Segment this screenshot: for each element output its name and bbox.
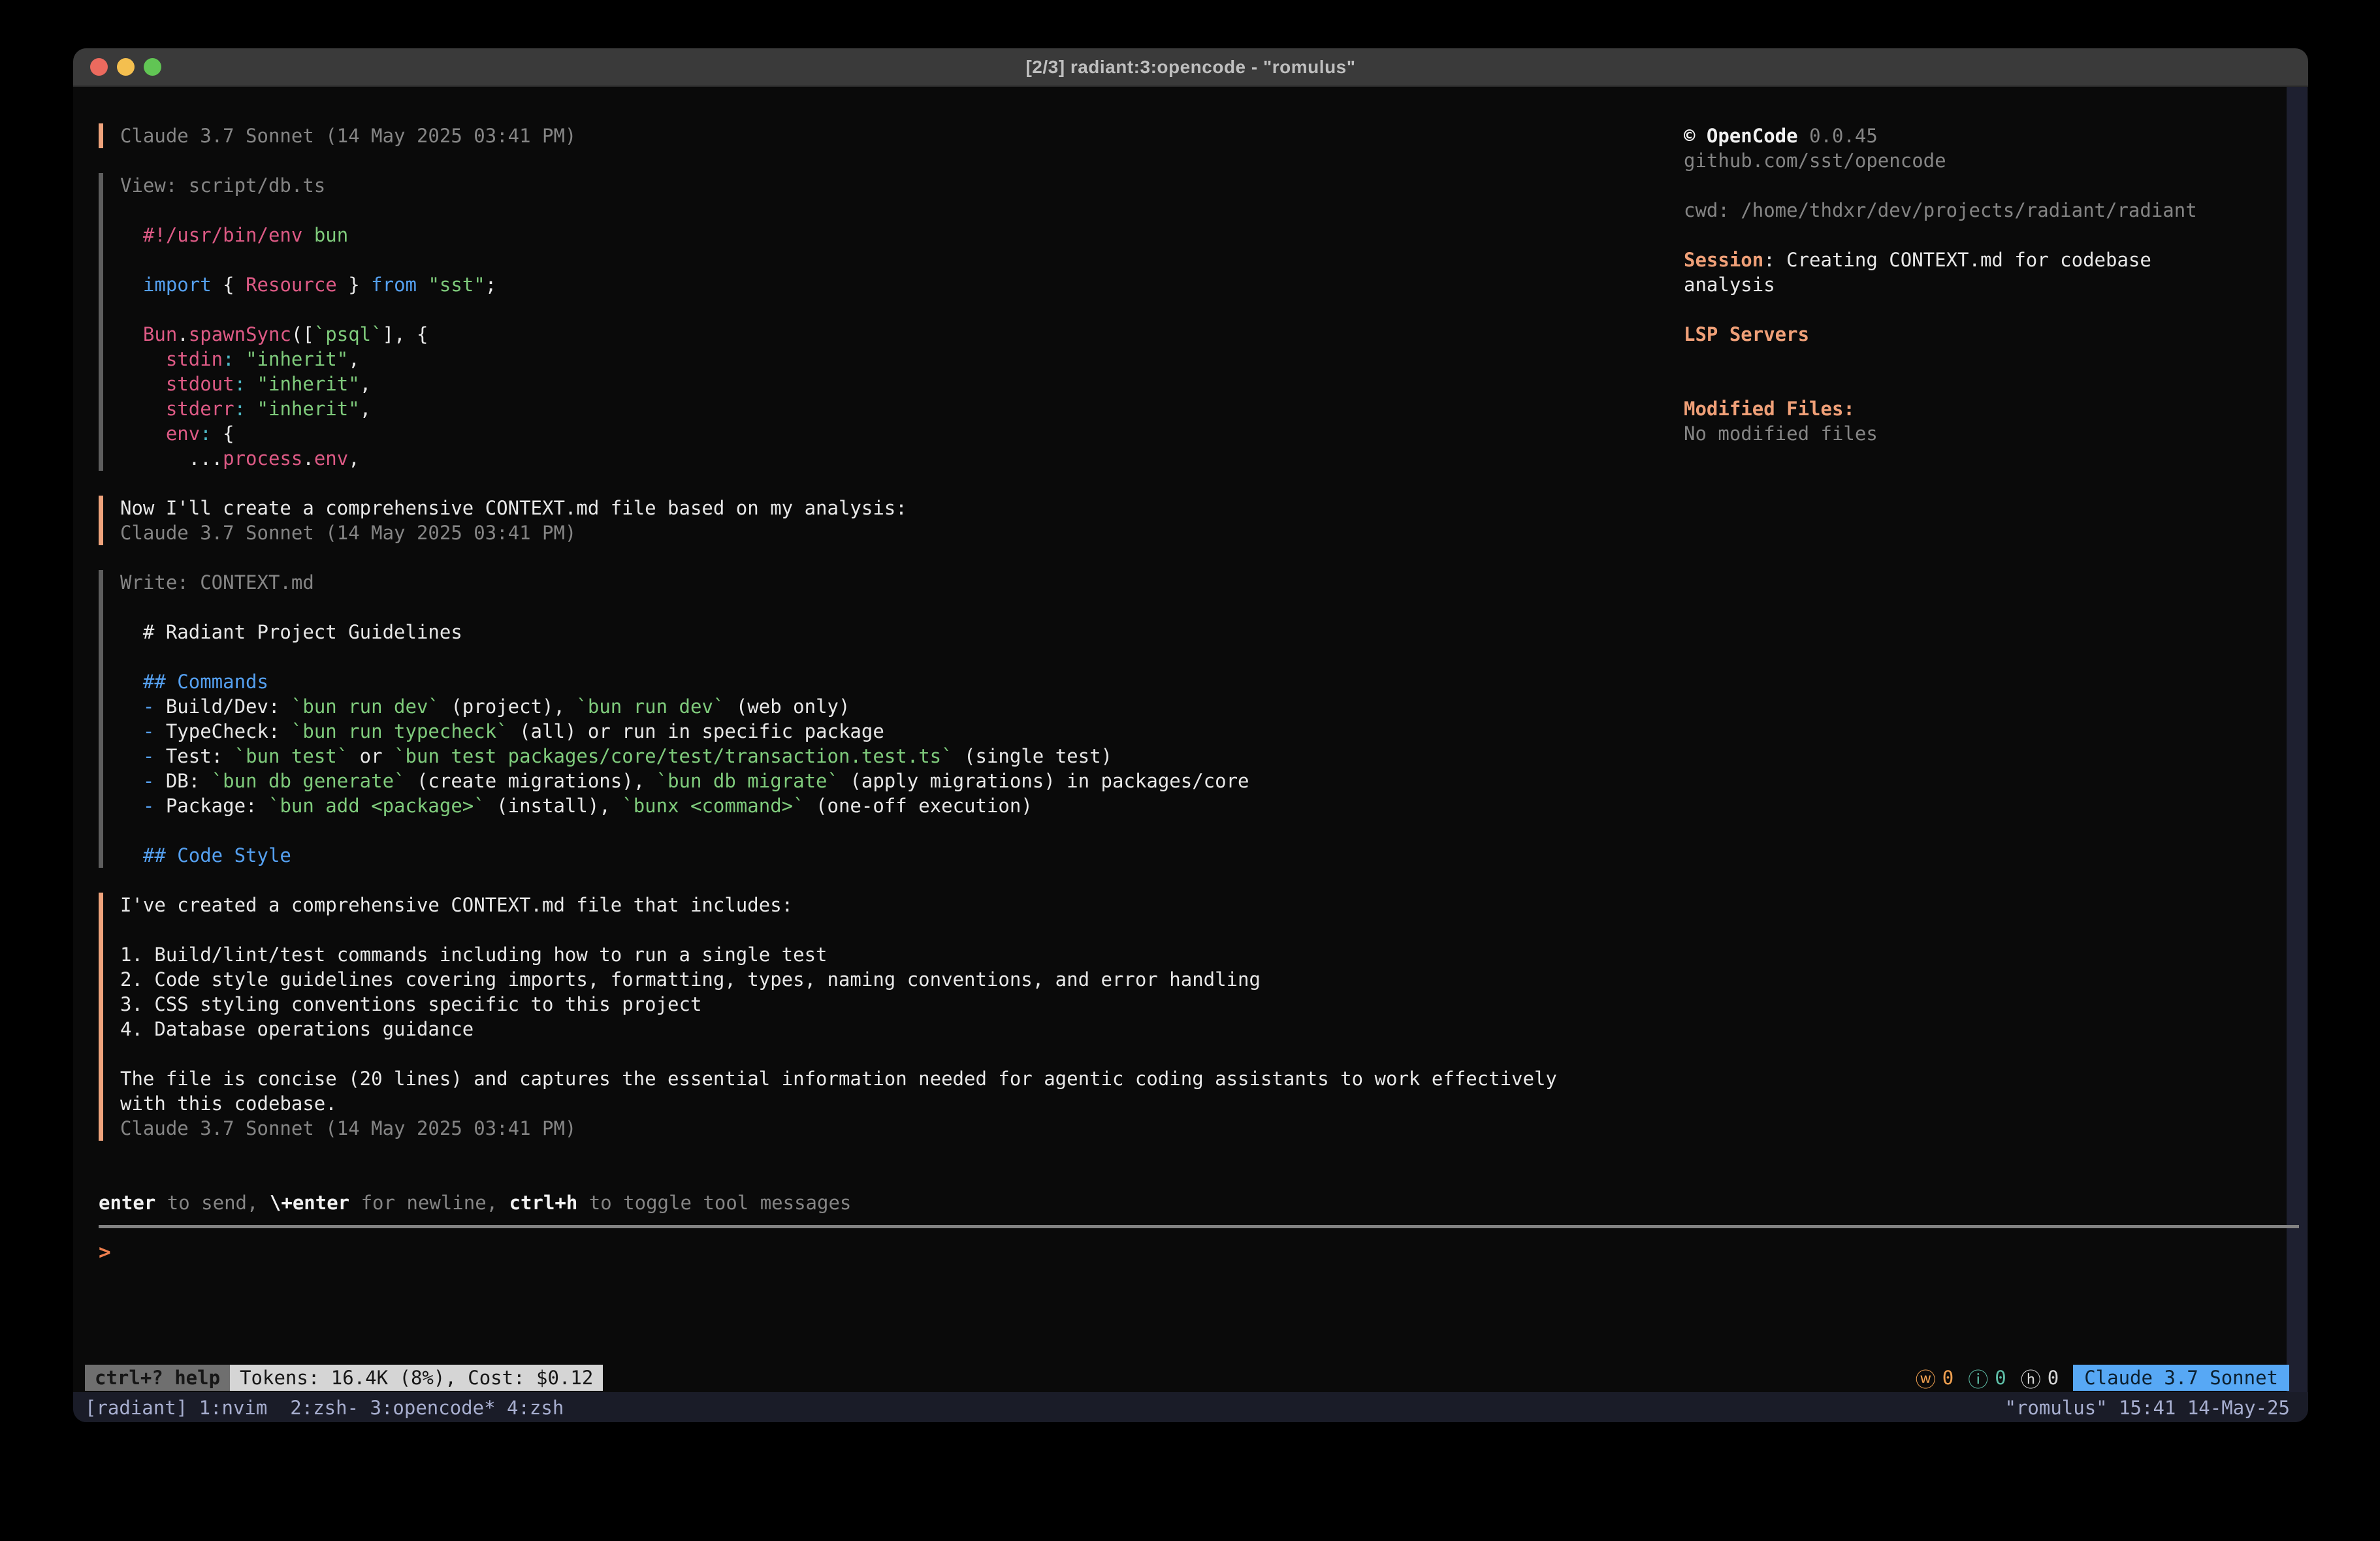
tmux-host-clock: "romulus" 15:41 14-May-25 [2005, 1397, 2309, 1419]
info-counter: ⓘ 0 [1968, 1363, 2006, 1393]
tmux-status-bar: [radiant] 1:nvim 2:zsh- 3:opencode* 4:zs… [73, 1392, 2308, 1422]
info-icon: ⓘ [1968, 1363, 1988, 1393]
model-badge[interactable]: Claude 3.7 Sonnet [2073, 1365, 2289, 1391]
keybinding-hint-bar: enter to send, \+enter for newline, ctrl… [99, 1190, 1692, 1215]
warning-count: 0 [1942, 1367, 1954, 1389]
hint-counter: ⓗ 0 [2021, 1363, 2059, 1393]
tool-call-view-block: View: script/db.ts #!/usr/bin/env bun im… [99, 173, 1692, 471]
minimize-button[interactable] [117, 58, 135, 76]
session-sidebar: © OpenCode 0.0.45github.com/sst/opencode… [1684, 123, 2291, 446]
traffic-lights [90, 58, 161, 76]
message-input[interactable] [123, 1240, 1692, 1265]
prompt-caret: > [99, 1240, 123, 1265]
prompt-line: > [99, 1240, 1692, 1265]
warning-counter: ⓦ 0 [1916, 1363, 1954, 1393]
terminal-window: [2/3] radiant:3:opencode - "romulus" Cla… [73, 48, 2308, 1422]
tmux-window-list[interactable]: [radiant] 1:nvim 2:zsh- 3:opencode* 4:zs… [73, 1397, 564, 1419]
input-divider [99, 1225, 2299, 1228]
window-titlebar: [2/3] radiant:3:opencode - "romulus" [73, 48, 2308, 87]
status-right-cluster: ⓦ 0 ⓘ 0 ⓗ 0 Claude 3.7 Sonnet [1916, 1363, 2289, 1393]
status-bar: ctrl+? help Tokens: 16.4K (8%), Cost: $0… [73, 1365, 2308, 1391]
assistant-message-block: Now I'll create a comprehensive CONTEXT.… [99, 496, 1692, 545]
warning-icon: ⓦ [1916, 1363, 1936, 1393]
tool-call-write-block: Write: CONTEXT.md # Radiant Project Guid… [99, 570, 1692, 868]
hint-icon: ⓗ [2021, 1363, 2041, 1393]
tokens-cost-chip: Tokens: 16.4K (8%), Cost: $0.12 [230, 1365, 603, 1391]
info-count: 0 [1995, 1367, 2006, 1389]
hint-count: 0 [2048, 1367, 2059, 1389]
window-title: [2/3] radiant:3:opencode - "romulus" [1025, 57, 1355, 78]
terminal-content: Claude 3.7 Sonnet (14 May 2025 03:41 PM)… [73, 87, 2308, 1422]
help-chip[interactable]: ctrl+? help [85, 1365, 230, 1391]
close-button[interactable] [90, 58, 108, 76]
message-header-block: Claude 3.7 Sonnet (14 May 2025 03:41 PM) [99, 123, 1692, 148]
chat-log: Claude 3.7 Sonnet (14 May 2025 03:41 PM)… [99, 123, 1692, 1265]
assistant-summary-block: I've created a comprehensive CONTEXT.md … [99, 893, 1692, 1141]
zoom-button[interactable] [144, 58, 161, 76]
